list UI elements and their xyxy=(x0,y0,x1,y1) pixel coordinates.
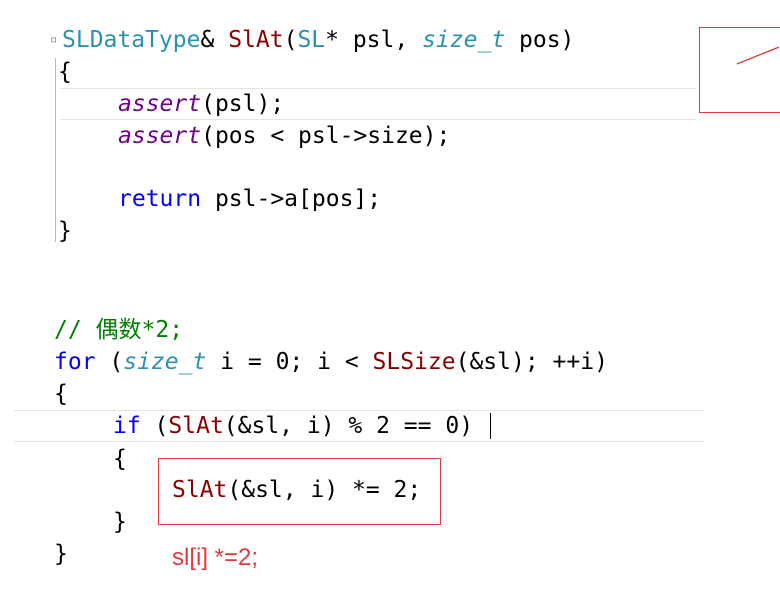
keyword-token: if xyxy=(113,413,141,439)
code-line-return: return psl->a[pos]; xyxy=(118,186,382,212)
indent-guide xyxy=(55,58,56,242)
code-line-assert-1: assert(psl); xyxy=(118,91,285,117)
code-line-assert-2: assert(pos < psl->size); xyxy=(118,123,451,149)
type-token: SLDataType xyxy=(62,27,201,53)
macro-token: assert xyxy=(118,91,202,117)
code-line-statement: SlAt(&sl, i) *= 2; xyxy=(172,477,422,503)
collapse-toggle-icon[interactable]: ▫ xyxy=(50,32,57,46)
annotation-box-topright xyxy=(699,27,780,113)
code-line-inner-open: { xyxy=(113,446,127,472)
code-line-brace-close: } xyxy=(58,218,72,244)
code-line-brace-open-2: { xyxy=(54,381,68,407)
code-line-brace-close-2: } xyxy=(54,541,68,567)
handwritten-annotation: sl[i] *=2; xyxy=(172,544,259,571)
code-line-for: for (size_t i = 0; i < SLSize(&sl); ++i) xyxy=(54,349,608,375)
function-name-token: SlAt xyxy=(228,27,284,53)
code-line-if: if (SlAt(&sl, i) % 2 == 0) xyxy=(113,413,474,439)
code-line-inner-close: } xyxy=(113,509,127,535)
macro-token: assert xyxy=(118,123,202,149)
text-cursor xyxy=(490,413,491,439)
code-line-comment: // 偶数*2; xyxy=(54,314,183,346)
code-line-brace-open: { xyxy=(58,59,72,85)
annotation-stroke xyxy=(736,46,780,65)
code-line-signature: SLDataType& SlAt(SL* psl, size_t pos) xyxy=(62,27,575,53)
keyword-token: return xyxy=(118,186,202,212)
keyword-token: for xyxy=(54,349,96,375)
comment-token: // 偶数*2; xyxy=(54,317,184,343)
